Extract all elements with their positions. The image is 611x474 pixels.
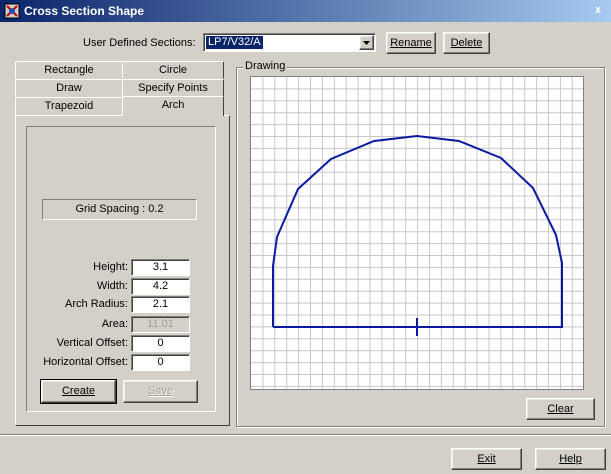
title-bar: Cross Section Shape x [0, 0, 611, 22]
drawing-group-title: Drawing [243, 60, 288, 72]
tab-specify-points[interactable]: Specify Points [122, 79, 224, 97]
rename-button[interactable]: Rename [386, 32, 436, 54]
width-label: Width: [96, 280, 128, 292]
save-button[interactable]: Save [123, 380, 198, 403]
area-label: Area: [101, 318, 128, 330]
clear-button-label: Clear [547, 403, 574, 415]
height-input[interactable]: 3.1 [131, 259, 190, 276]
clear-button[interactable]: Clear [526, 398, 595, 420]
tab-rectangle[interactable]: Rectangle [15, 61, 123, 79]
delete-button[interactable]: Delete [443, 32, 490, 54]
area-readout: 11.01 [131, 316, 190, 333]
rename-button-label: Rename [390, 37, 432, 49]
tab-draw[interactable]: Draw [15, 79, 123, 97]
tab-circle[interactable]: Circle [122, 61, 224, 79]
vertical-offset-input[interactable]: 0 [131, 335, 190, 352]
arch-radius-label: Arch Radius: [65, 298, 128, 310]
tab-trapezoid[interactable]: Trapezoid [15, 97, 123, 115]
drawing-grid [251, 77, 583, 389]
footer-divider [0, 434, 611, 436]
help-button[interactable]: Help [535, 448, 606, 470]
tab-arch[interactable]: Arch [122, 96, 224, 116]
grid-spacing-display: Grid Spacing : 0.2 [42, 199, 197, 220]
arch-radius-input[interactable]: 2.1 [131, 296, 190, 313]
help-button-label: Help [559, 453, 582, 465]
exit-button[interactable]: Exit [451, 448, 522, 470]
sections-label: User Defined Sections: [83, 37, 196, 49]
width-input[interactable]: 4.2 [131, 278, 190, 295]
close-button[interactable]: x [591, 3, 605, 17]
horizontal-offset-label: Horizontal Offset: [43, 356, 128, 368]
chevron-down-icon[interactable] [359, 35, 374, 50]
delete-button-label: Delete [450, 37, 483, 49]
drawing-canvas[interactable] [250, 76, 584, 390]
horizontal-offset-input[interactable]: 0 [131, 354, 190, 371]
window-title: Cross Section Shape [24, 4, 145, 18]
height-label: Height: [93, 261, 128, 273]
create-button-label: Create [61, 385, 96, 397]
save-button-label: Save [147, 385, 174, 397]
app-icon [4, 3, 20, 19]
sections-dropdown-value: LP7/V32/A [206, 36, 263, 49]
vertical-offset-label: Vertical Offset: [56, 337, 128, 349]
exit-button-label: Exit [477, 453, 496, 465]
sections-dropdown[interactable]: LP7/V32/A [203, 33, 376, 52]
create-button[interactable]: Create [40, 379, 117, 404]
